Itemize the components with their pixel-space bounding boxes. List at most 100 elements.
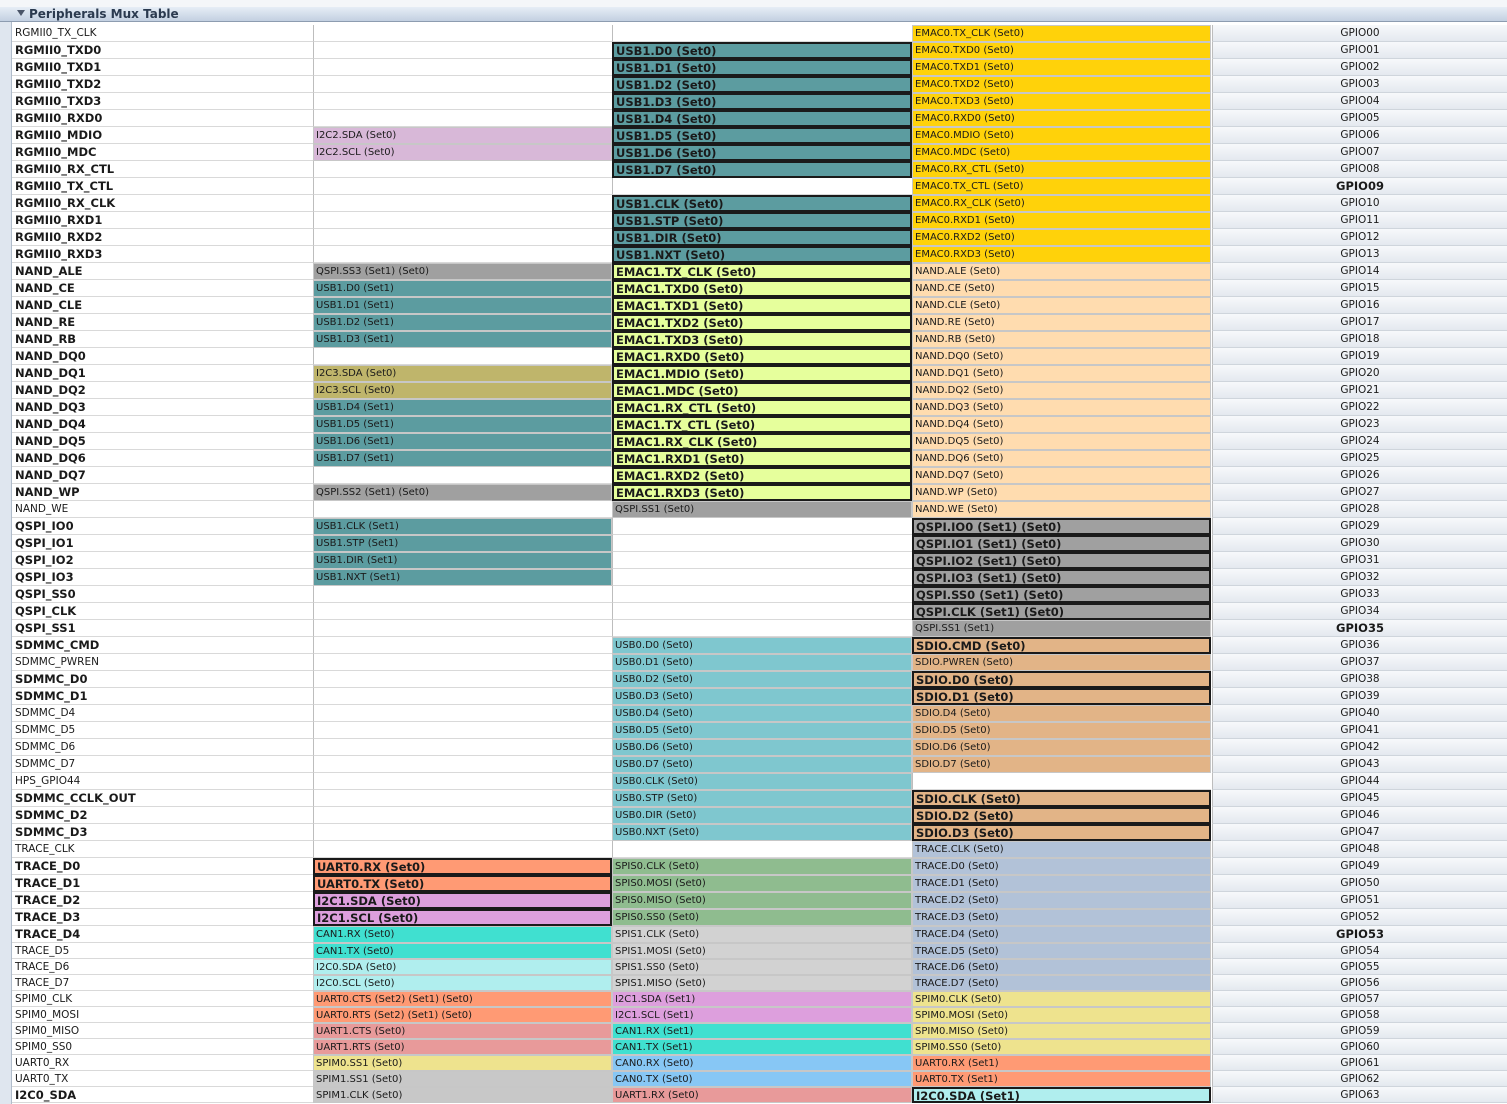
table-row[interactable]: RGMII0_RXD3 USB1.NXT (Set0) EMAC0.RXD3 (Se… — [12, 246, 1507, 263]
gpio-button[interactable]: GPIO41 — [1212, 722, 1507, 739]
empty-mux-cell[interactable] — [612, 552, 912, 569]
table-row[interactable]: NAND_DQ6 USB1.D7 (Set1) EMAC1.RXD1 (Set0) N… — [12, 450, 1507, 467]
mux-option-cell[interactable]: NAND.DQ0 (Set0) — [912, 348, 1211, 365]
mux-option-cell[interactable]: SPIS0.SS0 (Set0) — [612, 909, 912, 926]
mux-option-cell[interactable]: USB1.D2 (Set0) — [612, 76, 912, 93]
empty-mux-cell[interactable] — [313, 841, 612, 858]
mux-option-cell[interactable]: USB1.D7 (Set1) — [313, 450, 612, 467]
mux-option-cell[interactable]: UART0.RX (Set1) — [912, 1055, 1211, 1071]
mux-option-cell[interactable]: EMAC0.MDIO (Set0) — [912, 127, 1211, 144]
gpio-button[interactable]: GPIO32 — [1212, 569, 1507, 586]
mux-option-cell[interactable]: USB1.STP (Set1) — [313, 535, 612, 552]
mux-option-cell[interactable]: USB1.D5 (Set0) — [612, 127, 912, 144]
empty-mux-cell[interactable] — [313, 161, 612, 178]
gpio-button[interactable]: GPIO58 — [1212, 1007, 1507, 1023]
mux-option-cell[interactable]: USB0.NXT (Set0) — [612, 824, 912, 841]
table-row[interactable]: SDMMC_D4 USB0.D4 (Set0) SDIO.D4 (Set0) GPIO… — [12, 705, 1507, 722]
table-row[interactable]: RGMII0_TXD3 USB1.D3 (Set0) EMAC0.TXD3 (Set… — [12, 93, 1507, 110]
mux-option-cell[interactable]: SDIO.D4 (Set0) — [912, 705, 1211, 722]
panel-header[interactable]: Peripherals Mux Table — [0, 7, 1507, 22]
mux-option-cell[interactable]: SPIM0.SS0 (Set0) — [912, 1039, 1211, 1055]
mux-option-cell[interactable]: TRACE.D1 (Set0) — [912, 875, 1211, 892]
table-row[interactable]: TRACE_D4 CAN1.RX (Set0) SPIS1.CLK (Set0) TR… — [12, 926, 1507, 943]
empty-mux-cell[interactable] — [313, 178, 612, 195]
gpio-button[interactable]: GPIO24 — [1212, 433, 1507, 450]
mux-option-cell[interactable]: SDIO.CMD (Set0) — [912, 637, 1211, 654]
mux-option-cell[interactable]: QSPI.IO3 (Set1) (Set0) — [912, 569, 1211, 586]
mux-option-cell[interactable]: USB0.D7 (Set0) — [612, 756, 912, 773]
table-row[interactable]: SDMMC_CCLK_OUT USB0.STP (Set0) SDIO.CLK (S… — [12, 790, 1507, 807]
mux-option-cell[interactable]: I2C1.SCL (Set0) — [313, 909, 612, 926]
table-row[interactable]: NAND_DQ5 USB1.D6 (Set1) EMAC1.RX_CLK (Set0… — [12, 433, 1507, 450]
empty-mux-cell[interactable] — [313, 110, 612, 127]
gpio-button[interactable]: GPIO35 — [1212, 620, 1507, 637]
table-row[interactable]: TRACE_D6 I2C0.SDA (Set0) SPIS1.SS0 (Set0) T… — [12, 959, 1507, 975]
gpio-button[interactable]: GPIO10 — [1212, 195, 1507, 212]
mux-option-cell[interactable]: SDIO.D7 (Set0) — [912, 756, 1211, 773]
mux-option-cell[interactable]: UART0.TX (Set0) — [313, 875, 612, 892]
gpio-button[interactable]: GPIO62 — [1212, 1071, 1507, 1087]
gpio-button[interactable]: GPIO27 — [1212, 484, 1507, 501]
mux-option-cell[interactable]: QSPI.SS2 (Set1) (Set0) — [313, 484, 612, 501]
mux-option-cell[interactable]: SPIM1.CLK (Set0) — [313, 1087, 612, 1103]
mux-option-cell[interactable]: TRACE.D7 (Set0) — [912, 975, 1211, 991]
mux-option-cell[interactable]: SDIO.D2 (Set0) — [912, 807, 1211, 824]
mux-option-cell[interactable]: USB1.DIR (Set0) — [612, 229, 912, 246]
mux-option-cell[interactable]: UART0.RTS (Set2) (Set1) (Set0) — [313, 1007, 612, 1023]
gpio-button[interactable]: GPIO34 — [1212, 603, 1507, 620]
mux-option-cell[interactable]: EMAC1.RXD1 (Set0) — [612, 450, 912, 467]
empty-mux-cell[interactable] — [313, 467, 612, 484]
empty-mux-cell[interactable] — [313, 501, 612, 518]
table-row[interactable]: QSPI_IO0 USB1.CLK (Set1) QSPI.IO0 (Set1) (… — [12, 518, 1507, 535]
empty-mux-cell[interactable] — [313, 705, 612, 722]
mux-option-cell[interactable]: USB1.D0 (Set1) — [313, 280, 612, 297]
gpio-button[interactable]: GPIO12 — [1212, 229, 1507, 246]
empty-mux-cell[interactable] — [313, 603, 612, 620]
table-row[interactable]: QSPI_IO1 USB1.STP (Set1) QSPI.IO1 (Set1) (… — [12, 535, 1507, 552]
mux-option-cell[interactable]: I2C2.SCL (Set0) — [313, 144, 612, 161]
gpio-button[interactable]: GPIO21 — [1212, 382, 1507, 399]
empty-mux-cell[interactable] — [313, 212, 612, 229]
mux-option-cell[interactable]: EMAC1.RXD0 (Set0) — [612, 348, 912, 365]
empty-mux-cell[interactable] — [313, 93, 612, 110]
mux-option-cell[interactable]: USB1.D3 (Set0) — [612, 93, 912, 110]
table-row[interactable]: RGMII0_RX_CTL USB1.D7 (Set0) EMAC0.RX_CTL … — [12, 161, 1507, 178]
gpio-button[interactable]: GPIO55 — [1212, 959, 1507, 975]
table-row[interactable]: NAND_CE USB1.D0 (Set1) EMAC1.TXD0 (Set0) NA… — [12, 280, 1507, 297]
mux-option-cell[interactable]: SPIM0.MISO (Set0) — [912, 1023, 1211, 1039]
empty-mux-cell[interactable] — [313, 773, 612, 790]
mux-option-cell[interactable]: UART1.RTS (Set0) — [313, 1039, 612, 1055]
table-row[interactable]: QSPI_IO2 USB1.DIR (Set1) QSPI.IO2 (Set1) (… — [12, 552, 1507, 569]
table-row[interactable]: RGMII0_MDC I2C2.SCL (Set0) USB1.D6 (Set0) E… — [12, 144, 1507, 161]
gpio-button[interactable]: GPIO14 — [1212, 263, 1507, 280]
mux-option-cell[interactable]: USB1.D7 (Set0) — [612, 161, 912, 178]
mux-option-cell[interactable]: EMAC0.RXD3 (Set0) — [912, 246, 1211, 263]
table-row[interactable]: RGMII0_RXD2 USB1.DIR (Set0) EMAC0.RXD2 (Se… — [12, 229, 1507, 246]
mux-option-cell[interactable]: SPIS0.CLK (Set0) — [612, 858, 912, 875]
table-row[interactable]: TRACE_CLK TRACE.CLK (Set0) GPIO48 — [12, 841, 1507, 858]
empty-mux-cell[interactable] — [313, 671, 612, 688]
table-row[interactable]: RGMII0_TXD1 USB1.D1 (Set0) EMAC0.TXD1 (Set… — [12, 59, 1507, 76]
table-row[interactable]: SDMMC_D6 USB0.D6 (Set0) SDIO.D6 (Set0) GPIO… — [12, 739, 1507, 756]
mux-option-cell[interactable]: SPIS1.MISO (Set0) — [612, 975, 912, 991]
mux-option-cell[interactable]: NAND.WE (Set0) — [912, 501, 1211, 518]
table-row[interactable]: NAND_RB USB1.D3 (Set1) EMAC1.TXD3 (Set0) NA… — [12, 331, 1507, 348]
empty-mux-cell[interactable] — [612, 620, 912, 637]
mux-option-cell[interactable]: SPIM0.CLK (Set0) — [912, 991, 1211, 1007]
mux-option-cell[interactable]: I2C0.SDA (Set1) — [912, 1087, 1211, 1103]
gpio-button[interactable]: GPIO09 — [1212, 178, 1507, 195]
empty-mux-cell[interactable] — [313, 25, 612, 42]
table-row[interactable]: SDMMC_D3 USB0.NXT (Set0) SDIO.D3 (Set0) GPI… — [12, 824, 1507, 841]
table-row[interactable]: NAND_DQ7 EMAC1.RXD2 (Set0) NAND.DQ7 (Set0)… — [12, 467, 1507, 484]
mux-option-cell[interactable]: CAN1.RX (Set1) — [612, 1023, 912, 1039]
gpio-button[interactable]: GPIO15 — [1212, 280, 1507, 297]
empty-mux-cell[interactable] — [612, 518, 912, 535]
mux-option-cell[interactable]: USB0.CLK (Set0) — [612, 773, 912, 790]
table-row[interactable]: SPIM0_SS0 UART1.RTS (Set0) CAN1.TX (Set1) S… — [12, 1039, 1507, 1055]
mux-option-cell[interactable]: SPIS1.MOSI (Set0) — [612, 943, 912, 959]
mux-option-cell[interactable]: NAND.ALE (Set0) — [912, 263, 1211, 280]
table-row[interactable]: NAND_CLE USB1.D1 (Set1) EMAC1.TXD1 (Set0) N… — [12, 297, 1507, 314]
mux-option-cell[interactable]: TRACE.CLK (Set0) — [912, 841, 1211, 858]
mux-option-cell[interactable]: I2C3.SCL (Set0) — [313, 382, 612, 399]
table-row[interactable]: TRACE_D2 I2C1.SDA (Set0) SPIS0.MISO (Set0)… — [12, 892, 1507, 909]
